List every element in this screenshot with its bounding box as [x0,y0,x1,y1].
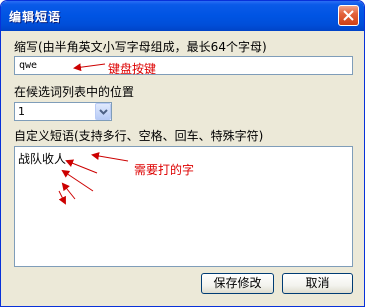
annotation-arrows [58,63,129,205]
arrow-to-phrase-2 [65,159,98,174]
arrow-to-phrase-5 [58,190,66,205]
arrow-to-abbreviation [73,63,106,72]
cancel-button[interactable]: 取消 [282,273,353,294]
arrow-to-phrase-3 [61,169,94,192]
save-button[interactable]: 保存修改 [201,273,274,294]
edit-phrase-dialog: 编辑短语 缩写(由半角英文小写字母组成，最长64个字母) qwe 键盘按键 在候… [0,0,365,307]
arrow-to-phrase-1 [91,152,129,162]
arrow-to-phrase-4 [61,182,76,200]
